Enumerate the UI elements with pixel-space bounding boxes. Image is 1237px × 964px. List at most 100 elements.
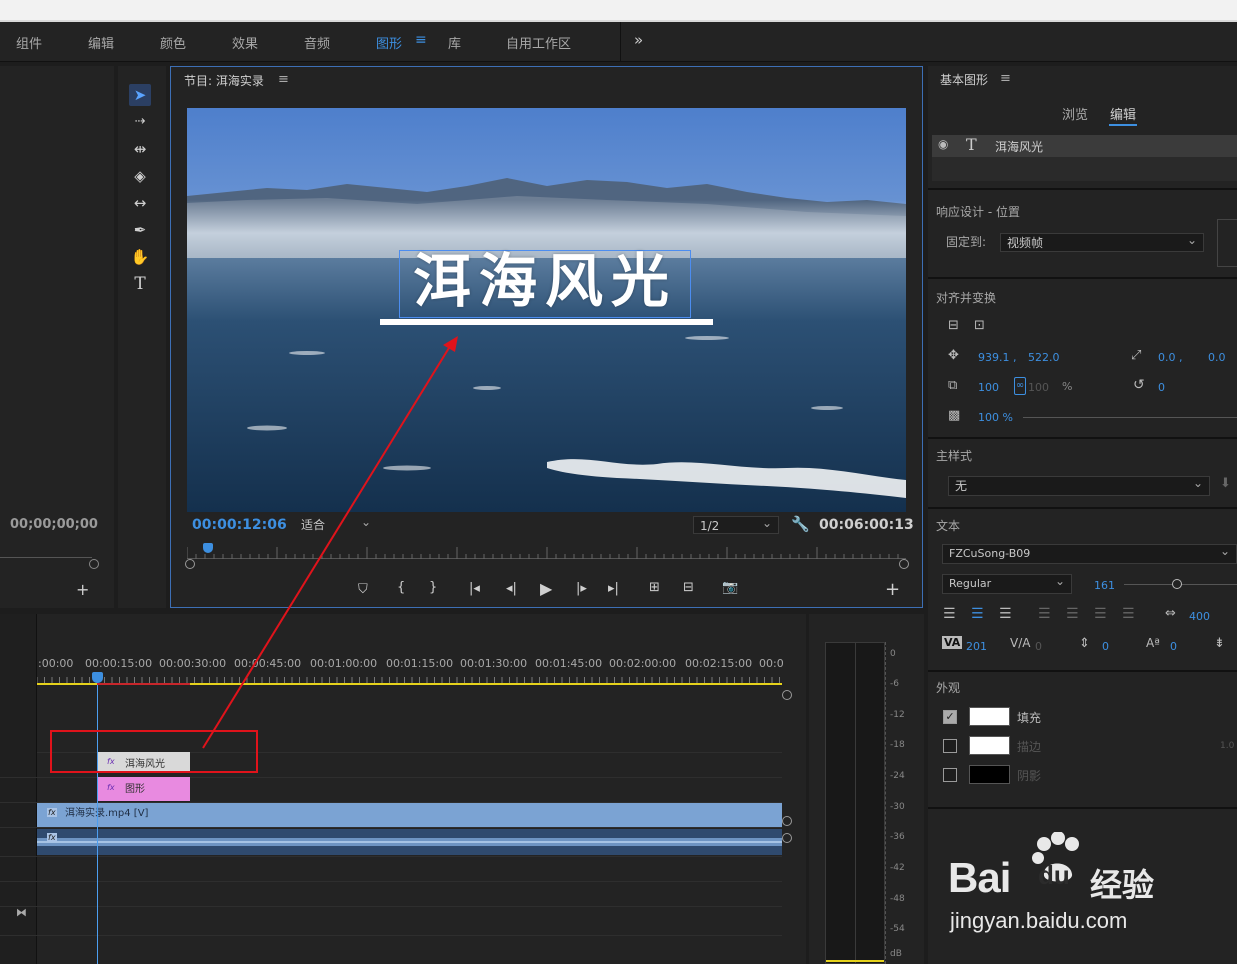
layer-row[interactable]: ◉ T 洱海风光 — [932, 135, 1237, 157]
vertical-scroll-handle[interactable] — [782, 816, 792, 826]
pin-to-dropdown[interactable]: 视频帧 — [1000, 231, 1204, 252]
go-to-in-icon[interactable]: |◂ — [469, 581, 480, 596]
meter-label: 0 — [890, 649, 896, 659]
align-left-icon[interactable]: ☰ — [943, 606, 956, 622]
workspace-tab-graphics[interactable]: 图形 — [376, 33, 402, 52]
scrub-ruler[interactable] — [186, 545, 906, 559]
step-forward-icon[interactable]: |▸ — [576, 581, 587, 596]
stroke-checkbox[interactable] — [943, 739, 957, 753]
panel-menu-icon[interactable]: ≡ — [1000, 71, 1011, 86]
align-right-icon[interactable]: ☰ — [999, 606, 1012, 622]
justify-center-icon[interactable]: ☰ — [1066, 606, 1079, 622]
position-y[interactable]: 522.0 — [1028, 351, 1060, 364]
shadow-checkbox[interactable] — [943, 768, 957, 782]
hand-tool-icon[interactable]: ✋ — [129, 246, 151, 268]
stroke-color-swatch[interactable] — [969, 736, 1010, 755]
extract-icon[interactable]: ⊟ — [683, 580, 694, 595]
tab-browse[interactable]: 浏览 — [1062, 104, 1088, 123]
vertical-scroll-handle[interactable] — [782, 690, 792, 700]
add-button[interactable]: + — [76, 580, 89, 599]
mark-in-icon[interactable]: { — [397, 580, 405, 595]
font-size-slider-thumb[interactable] — [1172, 579, 1182, 589]
wrench-icon[interactable]: 🔧 — [791, 515, 810, 533]
workspace-tab-effects[interactable]: 效果 — [232, 33, 258, 52]
go-to-out-icon[interactable]: ▸| — [608, 581, 619, 596]
workspace-tab-color[interactable]: 颜色 — [160, 33, 186, 52]
track-select-tool-icon[interactable]: ⇢ — [129, 111, 151, 133]
scrub-start-handle[interactable] — [185, 559, 195, 569]
audio-meter-panel: 0 -6 -12 -18 -24 -30 -36 -42 -48 -54 dB — [809, 614, 924, 964]
workspace-tab-custom[interactable]: 自用工作区 — [506, 33, 571, 52]
add-button-monitor[interactable]: + — [885, 579, 900, 600]
fit-dropdown[interactable]: 适合 — [295, 513, 377, 534]
tab-edit[interactable]: 编辑 — [1110, 104, 1136, 123]
align-center-horizontal-icon[interactable]: ⊡ — [974, 318, 985, 333]
panel-menu-icon[interactable]: ≡ — [278, 72, 289, 87]
meter-divider — [855, 642, 856, 964]
lift-icon[interactable]: ⊞ — [649, 580, 660, 595]
scrub-end-handle[interactable] — [899, 559, 909, 569]
justify-right-icon[interactable]: ☰ — [1094, 606, 1107, 622]
ripple-edit-tool-icon[interactable]: ⇹ — [129, 138, 151, 160]
more-workspaces-icon[interactable]: » — [634, 31, 643, 49]
justify-all-icon[interactable]: ☰ — [1122, 606, 1135, 622]
anchor-y[interactable]: 0.0 — [1208, 351, 1226, 364]
playhead-line[interactable] — [97, 685, 98, 964]
justify-left-icon[interactable]: ☰ — [1038, 606, 1051, 622]
title-overlay-text[interactable]: 洱海风光 — [399, 245, 691, 317]
selection-tool-icon[interactable]: ➤ — [129, 84, 151, 106]
audio-waveform — [37, 838, 782, 846]
push-style-icon[interactable]: ⬇ — [1220, 476, 1231, 491]
workspace-tab-libraries[interactable]: 库 — [448, 33, 461, 52]
kerning-value[interactable]: 201 — [966, 640, 987, 653]
type-tool-icon[interactable]: T — [129, 273, 151, 295]
ruler-label: 00:0 — [759, 657, 784, 670]
font-size-value[interactable]: 161 — [1094, 579, 1115, 592]
font-style-dropdown[interactable]: Regular — [942, 572, 1072, 594]
video-frame[interactable]: 洱海风光 — [187, 108, 906, 512]
pin-widget[interactable] — [1217, 219, 1237, 267]
slip-tool-icon[interactable]: ↔ — [129, 192, 151, 214]
fill-color-swatch[interactable] — [969, 707, 1010, 726]
mark-out-icon[interactable]: } — [429, 580, 437, 595]
play-icon[interactable]: ▶ — [540, 579, 552, 598]
razor-tool-icon[interactable]: ◈ — [129, 165, 151, 187]
audio-clip[interactable]: fx — [37, 829, 782, 855]
fill-checkbox[interactable]: ✓ — [943, 710, 957, 724]
workspace-tab-audio[interactable]: 音频 — [304, 33, 330, 52]
pin-to-value: 视频帧 — [1007, 236, 1044, 250]
tracking-value[interactable]: 400 — [1189, 610, 1210, 623]
link-scale-icon[interactable]: ∞ — [1014, 377, 1026, 395]
font-dropdown[interactable]: FZCuSong-B09 — [942, 542, 1237, 564]
hamburger-icon[interactable]: ≡ — [415, 32, 427, 48]
opacity-value[interactable]: 100 % — [978, 411, 1013, 424]
align-center-icon[interactable]: ☰ — [971, 606, 984, 622]
playhead-marker[interactable] — [203, 543, 213, 553]
vertical-scroll-handle[interactable] — [782, 833, 792, 843]
playhead-handle[interactable] — [92, 672, 103, 683]
opacity-slider[interactable] — [1023, 417, 1237, 418]
export-frame-icon[interactable]: 📷 — [722, 580, 738, 595]
anchor-x[interactable]: 0.0 , — [1158, 351, 1183, 364]
step-back-icon[interactable]: ◂| — [506, 581, 517, 596]
scale-value[interactable]: 100 — [978, 381, 999, 394]
leading-value[interactable]: 0 — [1102, 640, 1109, 653]
resolution-dropdown[interactable]: 1/2 — [693, 514, 779, 534]
add-marker-icon[interactable]: ⛉ — [358, 582, 368, 597]
current-timecode[interactable]: 00:00:12:06 — [192, 517, 287, 533]
workspace-tab-components[interactable]: 组件 — [16, 33, 42, 52]
shadow-color-swatch[interactable] — [969, 765, 1010, 784]
rotation-value[interactable]: 0 — [1158, 381, 1165, 394]
left-scroll-handle[interactable] — [89, 559, 99, 569]
workspace-tab-edit[interactable]: 编辑 — [88, 33, 114, 52]
sequence-end-icon[interactable]: ⧓ — [16, 906, 27, 919]
eye-icon[interactable]: ◉ — [938, 137, 948, 151]
master-style-dropdown[interactable]: 无 — [948, 474, 1210, 496]
align-center-vertical-icon[interactable]: ⊟ — [948, 318, 959, 333]
position-x[interactable]: 939.1 , — [978, 351, 1016, 364]
pen-tool-icon[interactable]: ✒ — [129, 219, 151, 241]
graphic-clip[interactable]: fx 图形 — [97, 777, 190, 801]
title-underline — [380, 319, 713, 325]
baseline-value[interactable]: 0 — [1170, 640, 1177, 653]
video-clip[interactable]: fx 洱海实录.mp4 [V] — [37, 803, 782, 827]
